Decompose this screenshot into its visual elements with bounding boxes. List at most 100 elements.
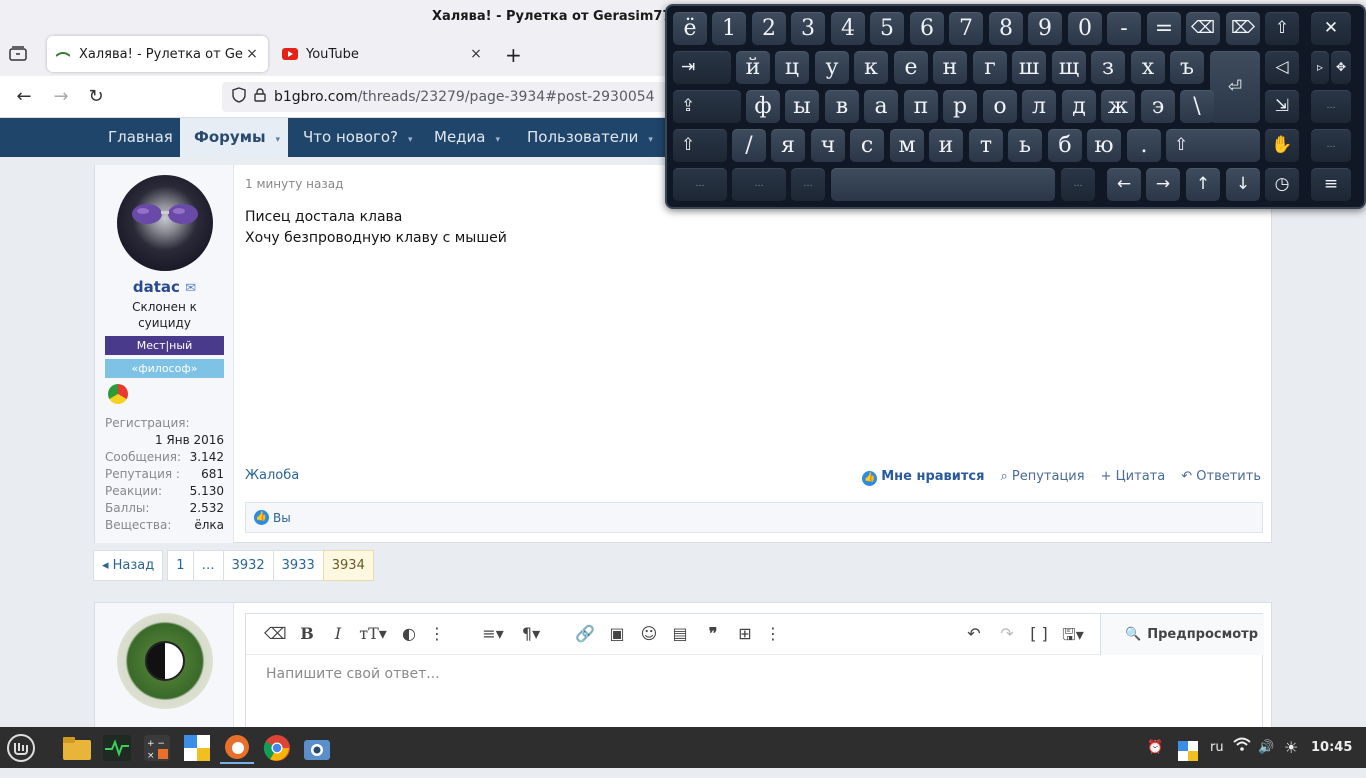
reload-icon[interactable]: ↻ — [83, 84, 109, 110]
key[interactable]: ч — [811, 129, 845, 162]
move-icon[interactable]: ✥ — [1331, 51, 1351, 84]
key[interactable]: з — [1091, 51, 1125, 84]
key[interactable]: а — [864, 90, 898, 123]
forward-icon[interactable]: → — [48, 84, 74, 110]
mint-menu-icon[interactable] — [4, 731, 38, 764]
key[interactable]: / — [732, 129, 766, 162]
brightness-icon[interactable]: ☀ — [1284, 727, 1298, 768]
quote-icon[interactable]: ❞ — [702, 624, 724, 643]
palette-icon[interactable]: ◐ — [398, 624, 420, 643]
control-center-icon[interactable] — [180, 731, 214, 764]
current-page[interactable]: 3934 — [322, 550, 374, 581]
arrow-down-icon[interactable]: ↓ — [1226, 168, 1260, 201]
font-size-icon[interactable]: тT▾ — [358, 624, 388, 643]
reputation-button[interactable]: ⌕ Репутация — [1000, 469, 1084, 486]
key[interactable]: 3 — [791, 12, 825, 45]
key[interactable]: с — [850, 129, 884, 162]
post-date[interactable]: 1 минуту назад — [245, 177, 343, 191]
key[interactable]: о — [983, 90, 1017, 123]
reply-input[interactable]: Напишите свой ответ... — [266, 666, 440, 682]
caps-lock-icon[interactable]: ⇪ — [673, 90, 741, 123]
page-link[interactable]: 1 — [167, 550, 194, 581]
bbcode-icon[interactable]: [ ] — [1028, 624, 1050, 643]
keyboard-close-icon[interactable]: ✕ — [1311, 12, 1351, 45]
key[interactable]: у — [815, 51, 849, 84]
key[interactable]: э — [1141, 90, 1175, 123]
page-link[interactable]: 3933 — [272, 550, 324, 581]
blank-key[interactable]: … — [791, 168, 825, 201]
arrow-right-icon[interactable]: → — [1146, 168, 1180, 201]
username[interactable]: datac ✉ — [95, 278, 234, 296]
bold-icon[interactable]: B — [296, 624, 318, 643]
arrow-left-icon[interactable]: ← — [1107, 168, 1141, 201]
nav-whats-new[interactable]: Что нового? ▾ — [303, 118, 413, 157]
key[interactable]: ю — [1087, 129, 1121, 162]
chevron-down-icon[interactable]: ▾ — [495, 135, 500, 145]
key[interactable]: б — [1048, 129, 1082, 162]
key[interactable]: ъ — [1170, 51, 1204, 84]
enter-key-icon[interactable]: ⏎ — [1210, 51, 1260, 123]
new-tab-button[interactable]: + — [505, 43, 522, 67]
alarm-clock-icon[interactable]: ⏰ — [1147, 727, 1163, 768]
system-monitor-icon[interactable] — [100, 731, 134, 764]
smiley-icon[interactable]: ☺ — [638, 624, 660, 643]
more-icon[interactable]: ⋮ — [426, 624, 448, 643]
italic-icon[interactable]: I — [327, 624, 349, 643]
key[interactable]: \ — [1180, 90, 1214, 123]
backspace-icon[interactable]: ⌫ — [1186, 12, 1220, 45]
blank-key[interactable]: … — [673, 168, 727, 201]
file-manager-icon[interactable] — [60, 731, 94, 764]
key[interactable]: п — [904, 90, 938, 123]
firefox-icon[interactable] — [220, 731, 254, 764]
pointer-click-icon[interactable]: ◁ — [1265, 51, 1299, 84]
key[interactable]: р — [943, 90, 977, 123]
shift-right-icon[interactable]: ⇧ — [1166, 129, 1260, 162]
link-icon[interactable]: 🔗 — [574, 624, 596, 643]
key[interactable]: х — [1131, 51, 1165, 84]
nav-media[interactable]: Медиа ▾ — [434, 118, 500, 157]
key[interactable]: ж — [1101, 90, 1135, 123]
table-icon[interactable]: ⊞ — [734, 624, 756, 643]
key[interactable]: 4 — [831, 12, 865, 45]
key[interactable]: 8 — [989, 12, 1023, 45]
key[interactable]: 9 — [1028, 12, 1062, 45]
nav-users[interactable]: Пользователи ▾ — [527, 118, 653, 157]
key[interactable]: 6 — [910, 12, 944, 45]
key[interactable]: щ — [1052, 51, 1086, 84]
tab-roulette[interactable]: Халява! - Рулетка от Gerasi × — [47, 36, 268, 72]
wifi-icon[interactable] — [1233, 727, 1251, 768]
key[interactable]: в — [825, 90, 859, 123]
key[interactable]: 5 — [870, 12, 904, 45]
chevron-down-icon[interactable]: ▾ — [276, 135, 281, 145]
reply-button[interactable]: ↶ Ответить — [1181, 469, 1261, 486]
shift-left-icon[interactable]: ⇧ — [673, 129, 727, 162]
media-icon[interactable]: ▤ — [669, 624, 691, 643]
key[interactable]: ц — [775, 51, 809, 84]
more-icon[interactable]: ⋮ — [762, 624, 784, 643]
eraser-icon[interactable]: ⌫ — [264, 624, 287, 643]
key[interactable]: 7 — [949, 12, 983, 45]
pointer-up-icon[interactable]: ⇧ — [1265, 12, 1299, 45]
save-draft-icon[interactable]: 🖫▾ — [1058, 624, 1088, 651]
prev-page-button[interactable]: ◂ Назад — [93, 550, 164, 581]
quote-button[interactable]: + Цитата — [1101, 469, 1166, 486]
undo-icon[interactable]: ↶ — [963, 624, 985, 643]
chevron-down-icon[interactable]: ▾ — [648, 135, 653, 145]
arrow-up-icon[interactable]: ↑ — [1186, 168, 1220, 201]
tab-youtube[interactable]: YouTube × — [274, 36, 492, 72]
lock-icon[interactable] — [254, 88, 266, 106]
blank-key[interactable]: … — [1311, 129, 1351, 162]
key[interactable]: - — [1107, 12, 1141, 45]
preview-button[interactable]: 🔍 Предпросмотр — [1100, 614, 1264, 655]
key[interactable]: и — [929, 129, 963, 162]
hand-icon[interactable]: ✋ — [1265, 129, 1299, 162]
keyboard-layout-indicator[interactable]: ru — [1210, 727, 1224, 768]
tab-close-icon[interactable]: × — [468, 46, 484, 62]
key[interactable]: д — [1062, 90, 1096, 123]
shield-icon[interactable] — [232, 87, 246, 107]
tab-key-icon[interactable]: ⇥ — [673, 51, 731, 84]
key[interactable]: м — [890, 129, 924, 162]
key[interactable]: 1 — [712, 12, 746, 45]
redo-icon[interactable]: ↷ — [996, 624, 1018, 643]
volume-icon[interactable]: 🔊 — [1258, 727, 1274, 768]
